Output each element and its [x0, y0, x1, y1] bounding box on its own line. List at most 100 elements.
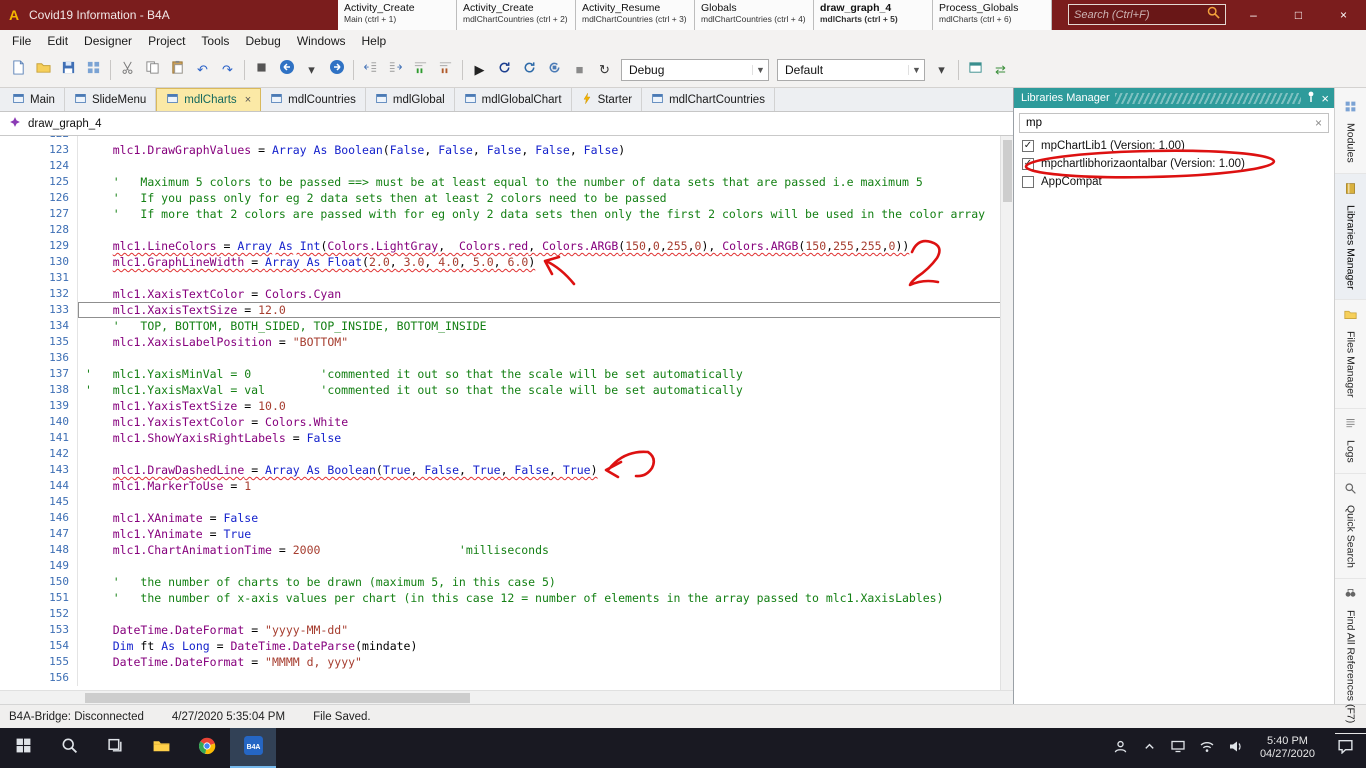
open-project-icon[interactable]	[31, 57, 56, 82]
people-button[interactable]	[1106, 728, 1135, 768]
module-tab-mdlGlobalChart[interactable]: mdlGlobalChart	[455, 88, 572, 111]
restart-icon[interactable]: ↻	[592, 57, 617, 82]
code-text[interactable]	[78, 158, 1013, 174]
code-text[interactable]: mlc1.YaxisTextColor = Colors.White	[78, 414, 1013, 430]
paste-icon[interactable]	[165, 57, 190, 82]
side-tab-find-all-references-f7-[interactable]: Find All References (F7)	[1335, 579, 1366, 734]
code-text[interactable]: ' If more that 2 colors are passed with …	[78, 206, 1013, 222]
code-text[interactable]: mlc1.YAnimate = True	[78, 526, 1013, 542]
sync-icon[interactable]: ⇄	[988, 57, 1013, 82]
undo-icon[interactable]: ↶	[190, 57, 215, 82]
library-checkbox[interactable]: ✓	[1022, 140, 1034, 152]
editor-horizontal-scrollbar[interactable]	[0, 690, 1013, 704]
menu-debug[interactable]: Debug	[237, 30, 288, 52]
menu-help[interactable]: Help	[354, 30, 395, 52]
code-text[interactable]: mlc1.GraphLineWidth = Array As Float(2.0…	[78, 254, 1013, 270]
library-checkbox[interactable]: ✓	[1022, 158, 1034, 170]
menu-file[interactable]: File	[4, 30, 39, 52]
quick-tab-Activity_Resume[interactable]: Activity_Resume mdlChartCountries (ctrl +…	[576, 0, 695, 30]
action-center-button[interactable]	[1324, 738, 1366, 759]
code-text[interactable]: ' If you pass only for eg 2 data sets th…	[78, 190, 1013, 206]
cut-icon[interactable]	[115, 57, 140, 82]
redo-icon[interactable]: ↷	[215, 57, 240, 82]
code-text[interactable]: mlc1.DrawDashedLine = Array As Boolean(T…	[78, 462, 1013, 478]
maximize-button[interactable]: □	[1276, 0, 1321, 30]
code-text[interactable]: ' Maximum 5 colors to be passed ==> must…	[78, 174, 1013, 190]
library-search-input[interactable]: mp ×	[1019, 113, 1329, 133]
run-icon[interactable]: ▶	[467, 57, 492, 82]
vertical-scroll-thumb[interactable]	[1003, 140, 1012, 202]
code-text[interactable]: mlc1.XaxisTextColor = Colors.Cyan	[78, 286, 1013, 302]
quick-tab-draw_graph_4[interactable]: draw_graph_4 mdlCharts (ctrl + 5)	[814, 0, 933, 30]
comment-icon[interactable]	[408, 57, 433, 82]
navigate-forward-icon[interactable]	[324, 57, 349, 82]
indent-icon[interactable]	[383, 57, 408, 82]
volume-button[interactable]	[1222, 728, 1251, 768]
code-text[interactable]: mlc1.ShowYaxisRightLabels = False	[78, 430, 1013, 446]
new-icon[interactable]	[6, 57, 31, 82]
code-text[interactable]	[78, 270, 1013, 286]
history-dropdown-icon[interactable]: ▾	[299, 57, 324, 82]
menu-tools[interactable]: Tools	[193, 30, 237, 52]
code-text[interactable]: Dim ft As Long = DateTime.DateParse(mind…	[78, 638, 1013, 654]
build-configuration-combo[interactable]: Default ▼	[777, 58, 925, 81]
close-button[interactable]: ×	[1321, 0, 1366, 30]
quick-tab-Activity_Create[interactable]: Activity_Create Main (ctrl + 1)	[338, 0, 457, 30]
library-item-mpchartlibhorizaontalbar[interactable]: ✓ mpchartlibhorizaontalbar (Version: 1.00…	[1014, 155, 1334, 173]
code-text[interactable]: ' the number of charts to be drawn (maxi…	[78, 574, 1013, 590]
taskbar-search-button[interactable]	[46, 728, 92, 768]
code-text[interactable]	[78, 350, 1013, 366]
compile-release-icon[interactable]	[517, 57, 542, 82]
navigate-back-icon[interactable]	[274, 57, 299, 82]
code-text[interactable]: mlc1.LineColors = Array As Int(Colors.Li…	[78, 238, 1013, 254]
modules-grid-icon[interactable]	[81, 57, 106, 82]
start-button[interactable]	[0, 728, 46, 768]
code-text[interactable]	[78, 494, 1013, 510]
code-text[interactable]	[78, 558, 1013, 574]
module-tab-mdlCountries[interactable]: mdlCountries	[261, 88, 366, 111]
stop-icon[interactable]: ■	[567, 57, 592, 82]
file-explorer-button[interactable]	[138, 728, 184, 768]
library-checkbox[interactable]	[1022, 176, 1034, 188]
code-text[interactable]	[78, 222, 1013, 238]
side-tab-libraries-manager[interactable]: Libraries Manager	[1335, 173, 1366, 301]
module-tab-Main[interactable]: Main	[3, 88, 65, 111]
module-tab-SlideMenu[interactable]: SlideMenu	[65, 88, 157, 111]
code-text[interactable]: mlc1.ChartAnimationTime = 2000 'millisec…	[78, 542, 1013, 558]
module-tab-mdlCharts[interactable]: mdlCharts ×	[156, 88, 262, 111]
code-text[interactable]: ' mlc1.YaxisMaxVal = val 'commented it o…	[78, 382, 1013, 398]
b4a-button[interactable]: B4A	[230, 728, 276, 768]
copy-icon[interactable]	[140, 57, 165, 82]
code-text[interactable]	[78, 606, 1013, 622]
code-text[interactable]: ' mlc1.YaxisMinVal = 0 'commented it out…	[78, 366, 1013, 382]
config-dropdown-icon[interactable]: ▾	[929, 57, 954, 82]
editor-vertical-scrollbar[interactable]	[1000, 136, 1013, 690]
bookmark-icon[interactable]	[249, 57, 274, 82]
code-text[interactable]	[78, 670, 1013, 686]
quick-tab-Process_Globals[interactable]: Process_Globals mdlCharts (ctrl + 6)	[933, 0, 1052, 30]
library-item-AppCompat[interactable]: AppCompat	[1014, 173, 1334, 191]
outdent-icon[interactable]	[358, 57, 383, 82]
code-text[interactable]: ' the number of x-axis values per chart …	[78, 590, 1013, 606]
save-icon[interactable]	[56, 57, 81, 82]
code-text[interactable]: mlc1.MarkerToUse = 1	[78, 478, 1013, 494]
code-editor[interactable]: 122123 mlc1.DrawGraphValues = Array As B…	[0, 136, 1013, 690]
code-text[interactable]: mlc1.XaxisTextSize = 12.0	[78, 302, 1013, 318]
code-text[interactable]	[78, 446, 1013, 462]
module-tab-Starter[interactable]: Starter	[572, 88, 643, 111]
code-text[interactable]: DateTime.DateFormat = "yyyy-MM-dd"	[78, 622, 1013, 638]
hidden-icons-button[interactable]	[1135, 728, 1164, 768]
quick-tab-Globals[interactable]: Globals mdlChartCountries (ctrl + 4)	[695, 0, 814, 30]
code-text[interactable]: DateTime.DateFormat = "MMMM d, yyyy"	[78, 654, 1013, 670]
network-button[interactable]	[1164, 728, 1193, 768]
code-text[interactable]: mlc1.XAnimate = False	[78, 510, 1013, 526]
side-tab-quick-search[interactable]: Quick Search	[1335, 474, 1366, 579]
code-text[interactable]: mlc1.DrawGraphValues = Array As Boolean(…	[78, 142, 1013, 158]
code-text[interactable]: mlc1.YaxisTextSize = 10.0	[78, 398, 1013, 414]
side-tab-logs[interactable]: Logs	[1335, 409, 1366, 474]
panel-close-icon[interactable]: ×	[1321, 92, 1329, 105]
clean-project-icon[interactable]	[542, 57, 567, 82]
library-item-mpChartLib1[interactable]: ✓ mpChartLib1 (Version: 1.00)	[1014, 137, 1334, 155]
close-tab-icon[interactable]: ×	[245, 94, 251, 106]
module-tab-mdlGlobal[interactable]: mdlGlobal	[366, 88, 455, 111]
